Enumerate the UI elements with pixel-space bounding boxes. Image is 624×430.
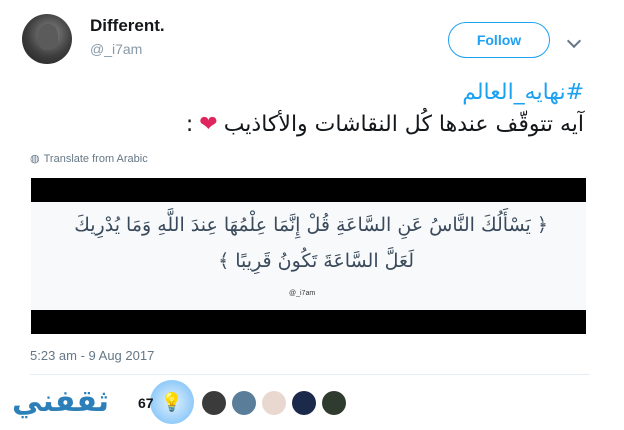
divider bbox=[30, 374, 590, 375]
liker-avatar[interactable] bbox=[322, 391, 346, 415]
heart-icon: ❤ bbox=[199, 112, 218, 137]
logo-text: ثقفني bbox=[12, 384, 110, 419]
liker-avatar[interactable] bbox=[292, 391, 316, 415]
user-handle[interactable]: @_i7am bbox=[90, 41, 142, 57]
verse-line-1: ﴿ يَسْأَلُكَ النَّاسُ عَنِ السَّاعَةِ قُ… bbox=[74, 214, 548, 236]
globe-icon: ◍ bbox=[30, 153, 40, 165]
tweet-body: آيه تتوقّف عندها كُل النقاشات والأكاذيب bbox=[223, 112, 584, 137]
tweet-media[interactable]: ﴿ يَسْأَلُكَ النَّاسُ عَنِ السَّاعَةِ قُ… bbox=[31, 178, 586, 334]
tweet-trailing: : bbox=[185, 112, 194, 137]
timestamp[interactable]: 5:23 am - 9 Aug 2017 bbox=[30, 348, 154, 363]
liker-avatar[interactable] bbox=[202, 391, 226, 415]
verse-line-2: لَعَلَّ السَّاعَةَ تَكُونُ قَرِيبًا ﴾ bbox=[218, 250, 414, 272]
media-panel: ﴿ يَسْأَلُكَ النَّاسُ عَنِ السَّاعَةِ قُ… bbox=[31, 202, 586, 310]
hashtag-link[interactable]: #نهايه_العالم bbox=[462, 80, 584, 105]
media-watermark: @_i7am bbox=[289, 290, 316, 297]
translate-label: Translate from Arabic bbox=[43, 152, 148, 165]
tweet-text: آيه تتوقّف عندها كُل النقاشات والأكاذيب … bbox=[186, 112, 584, 137]
like-count[interactable]: 67 bbox=[138, 395, 154, 411]
translate-link[interactable]: ◍ Translate from Arabic bbox=[30, 152, 148, 166]
liker-avatar[interactable] bbox=[262, 391, 286, 415]
chevron-down-icon[interactable] bbox=[566, 33, 582, 49]
display-name[interactable]: Different. bbox=[90, 16, 165, 36]
likers-row bbox=[202, 391, 346, 415]
avatar[interactable] bbox=[22, 14, 72, 64]
lightbulb-icon: 💡 bbox=[150, 380, 194, 424]
liker-avatar[interactable] bbox=[232, 391, 256, 415]
follow-button[interactable]: Follow bbox=[448, 22, 550, 58]
